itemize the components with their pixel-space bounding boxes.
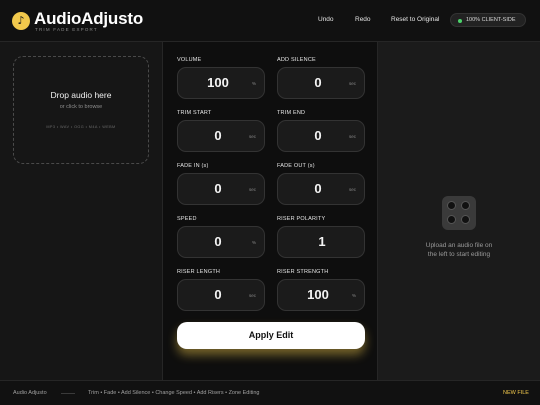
trim-end-label: TRIM END: [277, 110, 306, 116]
footer-brand: Audio Adjusto: [13, 390, 47, 396]
fade-out-label: FADE OUT (s): [277, 163, 315, 169]
new-file-button[interactable]: NEW FILE: [503, 390, 529, 396]
app-header: ♪ AudioAdjusto TRIM FADE EXPORT Undo Red…: [0, 0, 540, 42]
riser-strength-label: RISER STRENGTH: [277, 269, 329, 275]
riser-strength-unit: %: [351, 293, 356, 298]
redo-button[interactable]: Redo: [355, 16, 371, 23]
footer-divider: [61, 393, 75, 394]
add-silence-value: 0: [314, 75, 322, 90]
supported-formats: MP3 • WAV • OGG • M4A • WEBM: [46, 125, 116, 129]
apply-edit-button[interactable]: Apply Edit: [177, 322, 365, 349]
knob-shape: [461, 201, 470, 210]
app-subtitle: TRIM FADE EXPORT: [35, 27, 98, 32]
fade-in-label: FADE IN (s): [177, 163, 209, 169]
riser-length-value: 0: [214, 287, 222, 302]
volume-input[interactable]: 100 %: [177, 67, 265, 99]
speed-value: 0: [214, 234, 222, 249]
knob-shape: [447, 201, 456, 210]
speed-label: SPEED: [177, 216, 197, 222]
speed-unit: %: [251, 240, 256, 245]
trim-end-value: 0: [314, 128, 322, 143]
app-footer: Audio Adjusto Trim • Fade • Add Silence …: [0, 380, 540, 405]
volume-label: VOLUME: [177, 57, 202, 63]
client-side-label: 100% CLIENT-SIDE: [466, 17, 516, 23]
audio-drop-zone[interactable]: Drop audio here or click to browse MP3 •…: [13, 56, 149, 164]
drop-zone-title: Drop audio here: [50, 90, 112, 100]
footer-feature-list: Trim • Fade • Add Silence • Change Speed…: [88, 390, 260, 396]
status-dot-icon: [458, 18, 462, 23]
reset-to-original-button[interactable]: Reset to Original: [391, 16, 439, 23]
riser-polarity-value: 1: [318, 234, 326, 249]
trim-end-unit: sec: [348, 134, 356, 139]
undo-button[interactable]: Undo: [318, 16, 334, 23]
fade-in-unit: sec: [248, 187, 256, 192]
add-silence-unit: sec: [348, 81, 356, 86]
trim-start-unit: sec: [248, 134, 256, 139]
empty-state-message: Upload an audio file on the left to star…: [378, 241, 540, 259]
riser-polarity-input[interactable]: 1: [277, 226, 365, 258]
empty-state-line-1: Upload an audio file on: [425, 242, 493, 249]
trim-start-label: TRIM START: [177, 110, 212, 116]
speaker-knobs-icon: [442, 196, 476, 230]
edit-controls-panel: VOLUME 100 % ADD SILENCE 0 sec TRIM STAR…: [162, 42, 378, 380]
volume-unit: %: [251, 81, 256, 86]
knob-shape: [461, 215, 470, 224]
speed-input[interactable]: 0 %: [177, 226, 265, 258]
preview-panel: Upload an audio file on the left to star…: [378, 42, 540, 380]
fade-out-input[interactable]: 0 sec: [277, 173, 365, 205]
music-note-icon: ♪: [12, 12, 30, 30]
trim-end-input[interactable]: 0 sec: [277, 120, 365, 152]
riser-strength-input[interactable]: 100 %: [277, 279, 365, 311]
client-side-badge: 100% CLIENT-SIDE: [450, 13, 526, 27]
fade-out-value: 0: [314, 181, 322, 196]
riser-polarity-label: RISER POLARITY: [277, 216, 326, 222]
trim-start-value: 0: [214, 128, 222, 143]
add-silence-input[interactable]: 0 sec: [277, 67, 365, 99]
trim-start-input[interactable]: 0 sec: [177, 120, 265, 152]
fade-out-unit: sec: [348, 187, 356, 192]
knob-shape: [447, 215, 456, 224]
riser-length-label: RISER LENGTH: [177, 269, 221, 275]
fade-in-value: 0: [214, 181, 222, 196]
upload-panel: Drop audio here or click to browse MP3 •…: [0, 42, 162, 380]
app-title: AudioAdjusto: [34, 9, 144, 28]
empty-state-line-2: the left to start editing: [427, 251, 491, 258]
add-silence-label: ADD SILENCE: [277, 57, 316, 63]
volume-value: 100: [207, 75, 229, 90]
drop-zone-subtitle: or click to browse: [59, 104, 103, 110]
fade-in-input[interactable]: 0 sec: [177, 173, 265, 205]
riser-length-unit: sec: [248, 293, 256, 298]
riser-strength-value: 100: [307, 287, 329, 302]
riser-length-input[interactable]: 0 sec: [177, 279, 265, 311]
